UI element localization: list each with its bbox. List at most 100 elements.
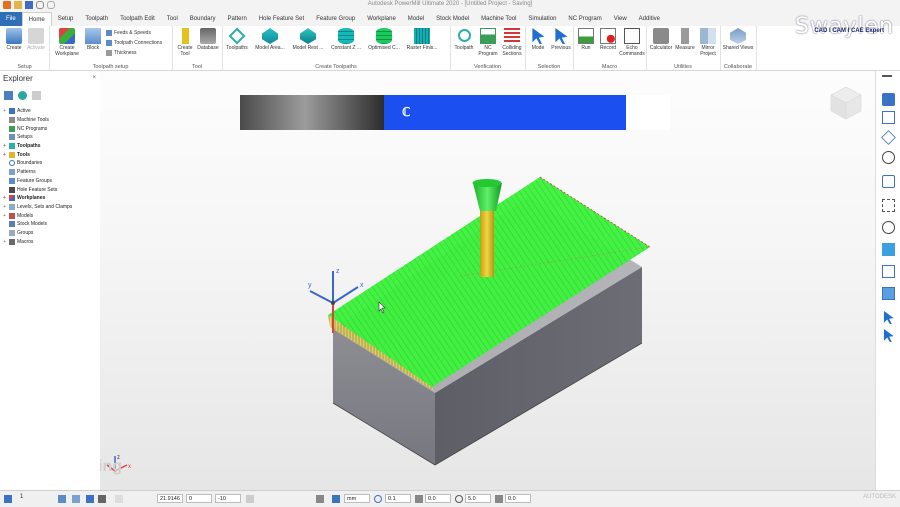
tab-tool[interactable]: Tool bbox=[161, 12, 184, 26]
stepover-icon[interactable] bbox=[455, 495, 463, 503]
tree-item-machine-tools[interactable]: Machine Tools bbox=[2, 116, 72, 125]
tree-item-levels-sets-clamps[interactable]: + Levels, Sets and Clamps bbox=[2, 203, 72, 212]
expand-icon[interactable]: + bbox=[2, 143, 7, 149]
tree-item-stock-models[interactable]: Stock Models bbox=[2, 220, 72, 229]
shaded-icon[interactable] bbox=[882, 243, 895, 256]
angle-field[interactable]: 0.0 bbox=[505, 494, 531, 503]
layer-value[interactable]: 1 bbox=[20, 494, 23, 500]
explorer-delete-icon[interactable] bbox=[32, 91, 41, 100]
coord-x-field[interactable]: 21.9146 bbox=[157, 494, 183, 503]
tree-item-feature-groups[interactable]: Feature Groups bbox=[2, 177, 72, 186]
tree-item-patterns[interactable]: Patterns bbox=[2, 168, 72, 177]
zoom-box-icon[interactable] bbox=[882, 199, 895, 212]
cutter-shank[interactable] bbox=[480, 211, 494, 277]
tab-simulation[interactable]: Simulation bbox=[522, 12, 562, 26]
grid-icon[interactable] bbox=[72, 495, 80, 503]
tab-toolpath-edit[interactable]: Toolpath Edit bbox=[114, 12, 161, 26]
expand-icon[interactable]: + bbox=[2, 195, 7, 201]
expand-icon[interactable]: + bbox=[2, 213, 7, 219]
scene-3d[interactable]: z x y z x bbox=[100, 71, 875, 490]
close-icon[interactable]: × bbox=[92, 75, 96, 81]
thickness-button[interactable]: Thickness bbox=[106, 50, 137, 56]
measure-button[interactable]: Measure bbox=[674, 28, 696, 51]
expand-icon[interactable]: + bbox=[2, 204, 7, 210]
tree-item-boundaries[interactable]: Boundaries bbox=[2, 159, 72, 168]
tolerance-icon[interactable] bbox=[374, 495, 382, 503]
echo-commands-button[interactable]: Echo Commands bbox=[619, 28, 645, 57]
pick-point-icon[interactable] bbox=[246, 495, 254, 503]
thickness-field[interactable]: 0.0 bbox=[425, 494, 451, 503]
view-toolbar-menu-icon[interactable] bbox=[882, 75, 892, 77]
tree-item-setups[interactable]: Setups bbox=[2, 133, 72, 142]
tab-feature-group[interactable]: Feature Group bbox=[310, 12, 361, 26]
constant-z-button[interactable]: Constant Z ... bbox=[328, 28, 364, 51]
model-area-button[interactable]: Model Area... bbox=[252, 28, 288, 51]
selection-previous-button[interactable]: Previous bbox=[549, 28, 573, 51]
calculator-button[interactable]: Calculator bbox=[648, 28, 674, 51]
units-field[interactable]: mm bbox=[344, 494, 370, 503]
toolpath-connections-button[interactable]: Toolpath Connections bbox=[106, 40, 162, 46]
angle-icon[interactable] bbox=[495, 495, 503, 503]
tab-toolpath[interactable]: Toolpath bbox=[79, 12, 114, 26]
mirror-project-button[interactable]: Mirror Project bbox=[696, 28, 720, 57]
block-button[interactable]: Block bbox=[83, 28, 103, 51]
tab-machine-tool[interactable]: Machine Tool bbox=[475, 12, 522, 26]
wireframe-icon[interactable] bbox=[882, 265, 895, 278]
coord-z-field[interactable]: -10 bbox=[215, 494, 241, 503]
graphics-viewport[interactable]: ℂ z x y z x ing bbox=[100, 71, 875, 490]
activate-setup-button[interactable]: Activate bbox=[25, 28, 47, 51]
snap-icon[interactable] bbox=[58, 495, 66, 503]
view-cube-toggle-icon[interactable] bbox=[881, 130, 896, 145]
tab-model[interactable]: Model bbox=[402, 12, 430, 26]
create-workplane-button[interactable]: Create Workplane bbox=[51, 28, 83, 57]
tree-item-groups[interactable]: Groups bbox=[2, 229, 72, 238]
tree-item-nc-programs[interactable]: NC Programs bbox=[2, 124, 72, 133]
cursor-mode-icon[interactable] bbox=[86, 495, 94, 503]
record-macro-button[interactable]: Record bbox=[597, 28, 619, 51]
shared-views-button[interactable]: Shared Views bbox=[722, 28, 754, 51]
units-ruler-icon[interactable] bbox=[332, 495, 340, 503]
tab-setup[interactable]: Setup bbox=[52, 12, 80, 26]
tab-boundary[interactable]: Boundary bbox=[184, 12, 222, 26]
tab-home[interactable]: Home bbox=[21, 12, 52, 26]
colliding-sections-button[interactable]: Colliding Sections bbox=[500, 28, 524, 57]
explorer-tree-icon[interactable] bbox=[4, 91, 13, 100]
database-button[interactable]: Database bbox=[196, 28, 220, 51]
verify-nc-program-button[interactable]: NC Program bbox=[477, 28, 499, 57]
workplane-status-icon[interactable] bbox=[4, 495, 12, 503]
select-previous-icon[interactable] bbox=[883, 329, 894, 342]
verify-toolpath-button[interactable]: Toolpath bbox=[452, 28, 476, 51]
expand-icon[interactable]: + bbox=[2, 152, 7, 158]
tree-item-hole-feature-sets[interactable]: Hole Feature Sets bbox=[2, 185, 72, 194]
tab-pattern[interactable]: Pattern bbox=[221, 12, 252, 26]
tab-nc-program[interactable]: NC Program bbox=[562, 12, 607, 26]
tree-item-tools[interactable]: + Tools bbox=[2, 150, 72, 159]
lock-icon[interactable] bbox=[98, 495, 106, 503]
tolerance-field[interactable]: 0.1 bbox=[385, 494, 411, 503]
expand-icon[interactable]: + bbox=[2, 239, 7, 245]
create-setup-button[interactable]: Create bbox=[3, 28, 25, 51]
tab-stock-model[interactable]: Stock Model bbox=[430, 12, 475, 26]
tab-workplane[interactable]: Workplane bbox=[361, 12, 402, 26]
expand-icon[interactable]: + bbox=[2, 108, 7, 114]
tab-additive[interactable]: Additive bbox=[633, 12, 666, 26]
thickness-status-icon[interactable] bbox=[415, 495, 423, 503]
selection-mode-button[interactable]: Mode bbox=[527, 28, 549, 51]
explorer-refresh-icon[interactable] bbox=[18, 91, 27, 100]
run-macro-button[interactable]: Run bbox=[575, 28, 597, 51]
stepover-field[interactable]: 5.0 bbox=[465, 494, 491, 503]
tab-hole-feature-set[interactable]: Hole Feature Set bbox=[253, 12, 310, 26]
units-icon[interactable] bbox=[316, 495, 324, 503]
tree-item-macros[interactable]: + Macros bbox=[2, 237, 72, 246]
select-icon[interactable] bbox=[883, 311, 894, 324]
tree-item-models[interactable]: + Models bbox=[2, 211, 72, 220]
create-tool-button[interactable]: Create Tool bbox=[174, 28, 196, 57]
view-iso-icon[interactable] bbox=[882, 111, 895, 124]
optimised-constant-z-button[interactable]: Optimised C... bbox=[366, 28, 402, 51]
refresh-view-icon[interactable] bbox=[882, 175, 895, 188]
tab-file[interactable]: File bbox=[0, 12, 22, 26]
coord-y-field[interactable]: 0 bbox=[186, 494, 212, 503]
tree-item-active[interactable]: + Active bbox=[2, 107, 72, 116]
toolpaths-button[interactable]: Toolpaths bbox=[224, 27, 250, 51]
tree-item-toolpaths[interactable]: + Toolpaths bbox=[2, 142, 72, 151]
